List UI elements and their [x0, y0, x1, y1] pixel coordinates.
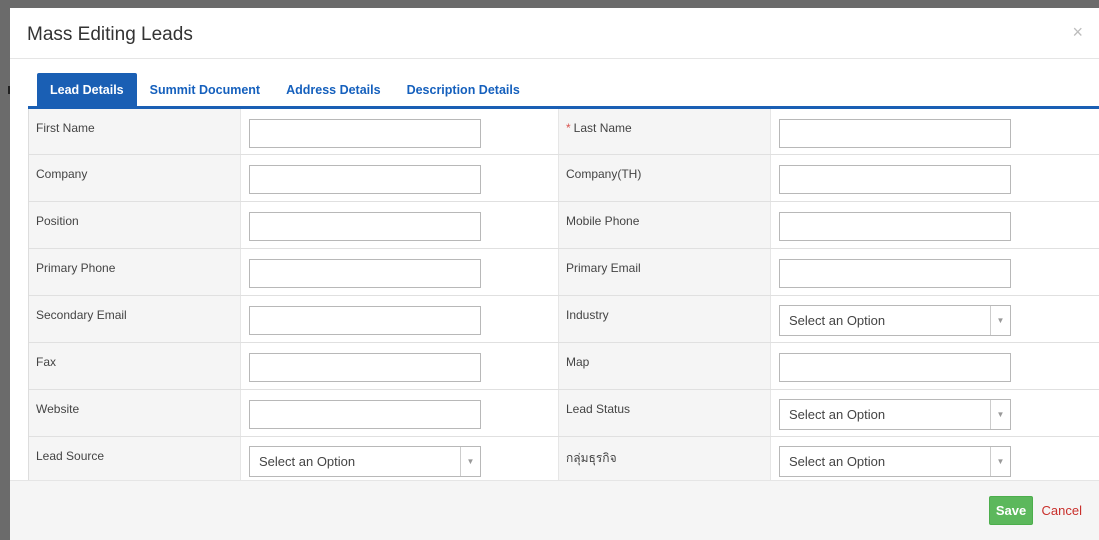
primary-email-label: Primary Email [559, 249, 771, 295]
industry-cell: Select an Option ▼ [771, 296, 1099, 342]
lead-source-select-value: Select an Option [259, 454, 356, 469]
lead-status-select[interactable]: Select an Option ▼ [779, 399, 1011, 430]
form-row: First Name * Last Name [29, 109, 1099, 155]
position-input[interactable] [249, 212, 481, 241]
tab-description-details[interactable]: Description Details [394, 73, 533, 107]
lead-status-cell: Select an Option ▼ [771, 390, 1099, 436]
website-input[interactable] [249, 400, 481, 429]
first-name-label: First Name [29, 109, 241, 154]
primary-phone-label: Primary Phone [29, 249, 241, 295]
chevron-down-icon[interactable]: ▼ [990, 306, 1010, 335]
primary-email-label-text: Primary Email [566, 261, 641, 275]
modal-header: Mass Editing Leads × [10, 8, 1099, 59]
modal-title: Mass Editing Leads [27, 24, 193, 45]
business-group-label-text: กลุ่มธุรกิจ [566, 451, 617, 465]
company-th-label: Company(TH) [559, 155, 771, 201]
cancel-link[interactable]: Cancel [1042, 503, 1082, 518]
fax-label: Fax [29, 343, 241, 389]
form-row: Primary Phone Primary Email [29, 249, 1099, 296]
position-cell [241, 202, 559, 248]
close-icon[interactable]: × [1072, 23, 1083, 41]
secondary-email-label: Secondary Email [29, 296, 241, 342]
industry-label: Industry [559, 296, 771, 342]
map-cell [771, 343, 1099, 389]
form-row: Position Mobile Phone [29, 202, 1099, 249]
business-group-select[interactable]: Select an Option ▼ [779, 446, 1011, 477]
position-label-text: Position [36, 214, 79, 228]
industry-select[interactable]: Select an Option ▼ [779, 305, 1011, 336]
industry-select-value: Select an Option [789, 313, 886, 328]
primary-email-cell [771, 249, 1099, 295]
company-th-label-text: Company(TH) [566, 167, 642, 181]
mobile-phone-label: Mobile Phone [559, 202, 771, 248]
fax-label-text: Fax [36, 355, 57, 369]
tab-address-details[interactable]: Address Details [273, 73, 393, 107]
lead-source-cell: Select an Option ▼ [241, 437, 559, 481]
form-row: Lead Source Select an Option ▼ กลุ่มธุรกิจ S… [29, 437, 1099, 481]
first-name-input[interactable] [249, 119, 481, 148]
website-label-text: Website [36, 402, 80, 416]
fax-input[interactable] [249, 353, 481, 382]
website-label: Website [29, 390, 241, 436]
last-name-label: * Last Name [559, 109, 771, 154]
company-label-text: Company [36, 167, 88, 181]
mobile-phone-label-text: Mobile Phone [566, 214, 640, 228]
tab-bar: Lead Details Summit Document Address Det… [37, 72, 533, 107]
industry-label-text: Industry [566, 308, 609, 322]
chevron-down-icon[interactable]: ▼ [990, 447, 1010, 476]
first-name-cell [241, 109, 559, 154]
last-name-input[interactable] [779, 119, 1011, 148]
form-row: Company Company(TH) [29, 155, 1099, 202]
required-marker: * [566, 121, 571, 135]
last-name-label-text: Last Name [573, 121, 632, 135]
lead-status-label: Lead Status [559, 390, 771, 436]
modal-footer: Save Cancel [10, 480, 1099, 540]
lead-details-form: First Name * Last Name Company Company(TH) Po… [28, 109, 1099, 481]
company-label: Company [29, 155, 241, 201]
last-name-cell [771, 109, 1099, 154]
tab-lead-details[interactable]: Lead Details [37, 73, 137, 107]
mobile-phone-cell [771, 202, 1099, 248]
mobile-phone-input[interactable] [779, 212, 1011, 241]
primary-phone-input[interactable] [249, 259, 481, 288]
secondary-email-cell [241, 296, 559, 342]
lead-source-select[interactable]: Select an Option ▼ [249, 446, 481, 477]
company-th-input[interactable] [779, 165, 1011, 194]
tab-summit-document[interactable]: Summit Document [137, 73, 273, 107]
secondary-email-input[interactable] [249, 306, 481, 335]
website-cell [241, 390, 559, 436]
business-group-cell: Select an Option ▼ [771, 437, 1099, 481]
form-row: Website Lead Status Select an Option ▼ [29, 390, 1099, 437]
business-group-select-value: Select an Option [789, 454, 886, 469]
lead-source-label-text: Lead Source [36, 449, 105, 463]
form-row: Secondary Email Industry Select an Option ▼ [29, 296, 1099, 343]
primary-phone-label-text: Primary Phone [36, 261, 116, 275]
company-th-cell [771, 155, 1099, 201]
company-input[interactable] [249, 165, 481, 194]
primary-phone-cell [241, 249, 559, 295]
lead-status-label-text: Lead Status [566, 402, 631, 416]
map-label: Map [559, 343, 771, 389]
map-label-text: Map [566, 355, 590, 369]
chevron-down-icon[interactable]: ▼ [990, 400, 1010, 429]
primary-email-input[interactable] [779, 259, 1011, 288]
business-group-label: กลุ่มธุรกิจ [559, 437, 771, 481]
first-name-label-text: First Name [36, 121, 95, 135]
lead-status-select-value: Select an Option [789, 407, 886, 422]
map-input[interactable] [779, 353, 1011, 382]
save-button[interactable]: Save [989, 496, 1033, 525]
chevron-down-icon[interactable]: ▼ [460, 447, 480, 476]
position-label: Position [29, 202, 241, 248]
mass-edit-modal: Mass Editing Leads × Lead Details Summit… [10, 8, 1099, 540]
company-cell [241, 155, 559, 201]
lead-source-label: Lead Source [29, 437, 241, 481]
form-row: Fax Map [29, 343, 1099, 390]
fax-cell [241, 343, 559, 389]
secondary-email-label-text: Secondary Email [36, 308, 127, 322]
